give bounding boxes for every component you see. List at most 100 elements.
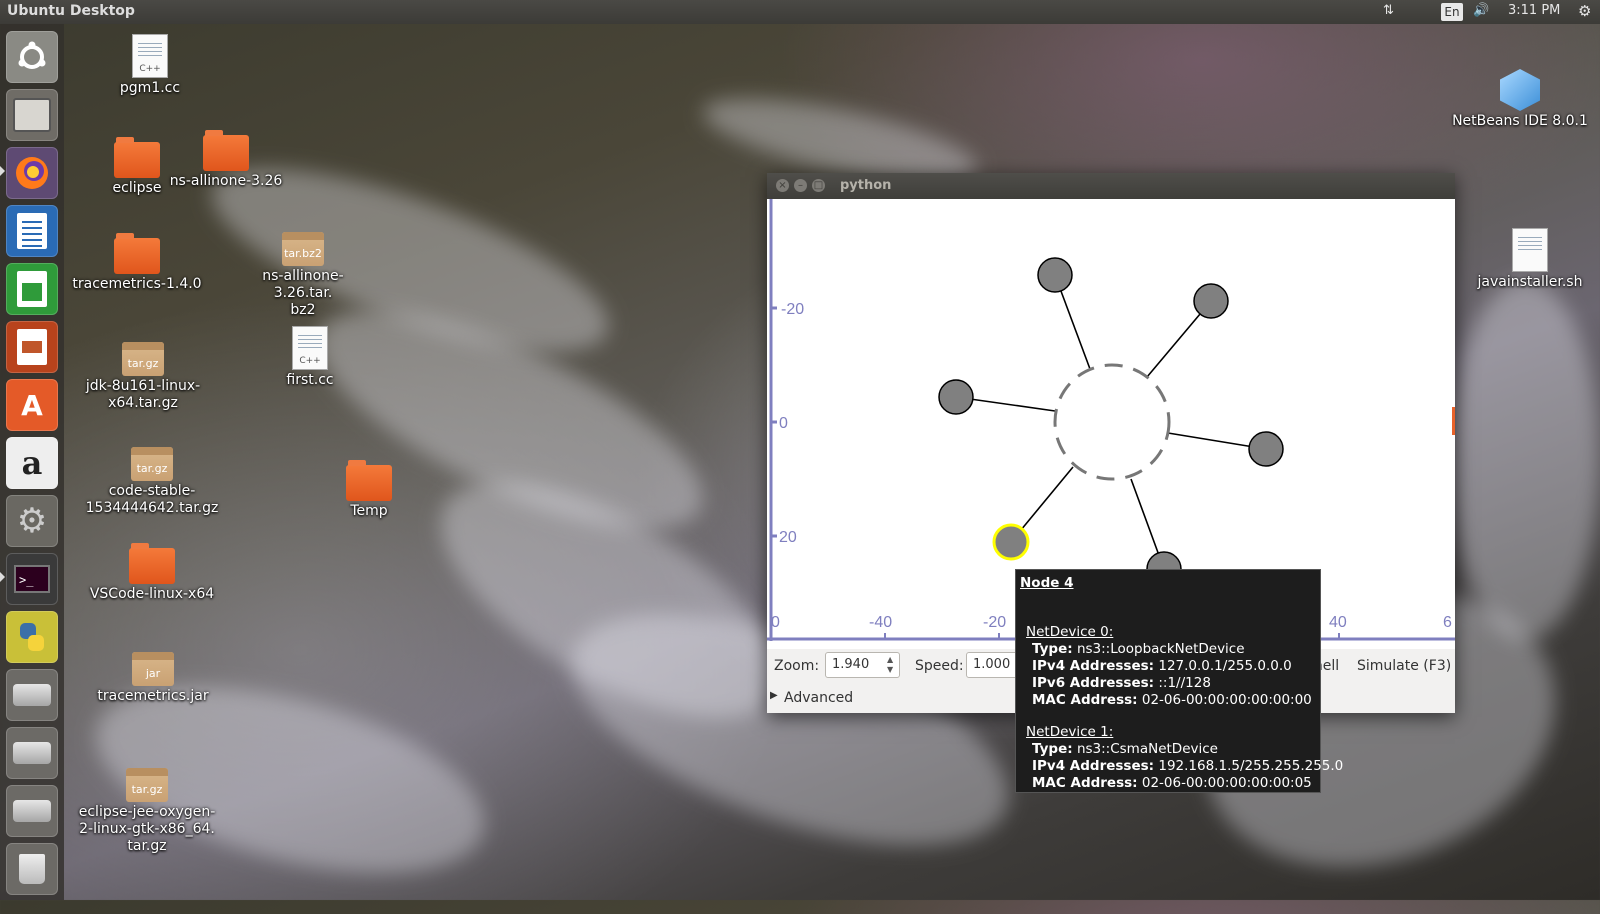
node-selected[interactable] [992, 523, 1030, 561]
tooltip-row: Type: ns3::LoopbackNetDevice [1032, 641, 1245, 657]
desktop-icon-ns-allinone[interactable]: ns-allinone-3.26 [156, 130, 296, 190]
volume-icon[interactable]: 🔊 [1473, 3, 1489, 18]
expander-arrow-icon[interactable]: ▶ [770, 690, 778, 701]
writer-icon[interactable] [6, 205, 58, 257]
keyboard-language-indicator[interactable]: En [1441, 3, 1463, 21]
node[interactable] [1193, 283, 1229, 319]
spinner-arrows-icon[interactable]: ▲ ▼ [887, 655, 897, 675]
desktop-icon-ns-tar[interactable]: tar.bz2 ns-allinone-3.26.tar. bz2 [233, 232, 373, 319]
desktop-icon-label: Temp [350, 503, 388, 519]
x-tick-label: 0 [771, 614, 780, 631]
simulate-button[interactable]: Simulate (F3) [1357, 658, 1451, 674]
desktop-icon-tracemetrics[interactable]: tracemetrics-1.4.0 [67, 233, 207, 293]
desktop-icon-temp[interactable]: Temp [299, 460, 439, 520]
folder-icon [114, 233, 160, 274]
tooltip-row: IPv4 Addresses: 192.168.1.5/255.255.255.… [1032, 758, 1344, 774]
files-icon[interactable] [6, 89, 58, 141]
python-icon[interactable] [6, 611, 58, 663]
desktop-icon-eclipse-jee[interactable]: tar.gz eclipse-jee-oxygen- 2-linux-gtk-x… [77, 768, 217, 855]
desktop-icon-label: eclipse-jee-oxygen- 2-linux-gtk-x86_64. … [78, 804, 216, 854]
tooltip-row: Type: ns3::CsmaNetDevice [1032, 741, 1218, 757]
desktop-icon-pgm1[interactable]: C++ pgm1.cc [80, 34, 220, 97]
node-tooltip: Node 4 NetDevice 0: Type: ns3::LoopbackN… [1015, 569, 1343, 793]
zoom-label: Zoom: [774, 658, 820, 674]
desktop-icon-label: tracemetrics-1.4.0 [72, 276, 202, 292]
window-titlebar[interactable]: × – □ python [767, 173, 1455, 199]
ubuntu-dash-icon[interactable] [6, 31, 58, 83]
tooltip-row: IPv4 Addresses: 127.0.0.1/255.0.0.0 [1032, 658, 1292, 674]
cpp-file-icon: C++ [132, 34, 168, 78]
node[interactable] [1037, 257, 1073, 293]
top-panel: Ubuntu Desktop ⇅ En 🔊 3:11 PM ⚙ [0, 0, 1600, 24]
maximize-icon[interactable]: □ [812, 179, 825, 192]
drive-icon[interactable] [6, 785, 58, 837]
desktop-icon-javainstaller[interactable]: javainstaller.sh [1460, 228, 1600, 291]
x-tick-label: -20 [983, 614, 1006, 631]
zoom-spinner[interactable]: 1.940 ▲ ▼ [825, 652, 900, 678]
network-icon[interactable]: ⇅ [1383, 3, 1394, 18]
tooltip-row: MAC Address: 02-06-00:00:00:00:00:00 [1032, 692, 1312, 708]
desktop-icon-label: code-stable- 1534444642.tar.gz [85, 483, 219, 516]
archive-icon: tar.gz [126, 768, 168, 802]
archive-icon: tar.gz [122, 342, 164, 376]
firefox-icon[interactable] [6, 147, 58, 199]
desktop-icon-label: ns-allinone-3.26.tar. bz2 [262, 268, 344, 318]
desktop-icon-label: javainstaller.sh [1477, 274, 1583, 290]
desktop-icon-tracemetrics-jar[interactable]: jar tracemetrics.jar [83, 652, 223, 705]
advanced-expander[interactable]: Advanced [784, 690, 853, 706]
amazon-icon[interactable]: a [6, 437, 58, 489]
drive-icon[interactable] [6, 669, 58, 721]
desktop-icon-code-stable[interactable]: tar.gz code-stable- 1534444642.tar.gz [82, 447, 222, 517]
folder-icon [129, 543, 175, 584]
speed-label: Speed: [915, 658, 964, 674]
desktop-icon-netbeans[interactable]: NetBeans IDE 8.0.1 [1450, 69, 1590, 130]
y-tick-label: 20 [779, 529, 797, 546]
active-indicator [0, 166, 5, 176]
system-settings-icon[interactable]: ⚙ [6, 495, 58, 547]
node[interactable] [1248, 431, 1284, 467]
script-file-icon [1512, 228, 1548, 272]
desktop-icon-vscode[interactable]: VSCode-linux-x64 [82, 543, 222, 603]
x-tick-label: -40 [869, 614, 892, 631]
scroll-marker [1452, 407, 1455, 435]
desktop-icon-label: VSCode-linux-x64 [89, 586, 215, 602]
desktop-icon-jdk[interactable]: tar.gz jdk-8u161-linux- x64.tar.gz [73, 342, 213, 412]
y-tick-label: -20 [781, 301, 804, 318]
csma-channel[interactable] [1053, 363, 1171, 481]
node[interactable] [938, 379, 974, 415]
software-center-icon[interactable]: A [6, 379, 58, 431]
archive-icon: tar.bz2 [282, 232, 324, 266]
active-indicator [0, 572, 5, 582]
desktop-icon-label: jdk-8u161-linux- x64.tar.gz [85, 378, 201, 411]
top-panel-title: Ubuntu Desktop [7, 3, 135, 19]
close-icon[interactable]: × [776, 179, 789, 192]
calc-icon[interactable] [6, 263, 58, 315]
folder-icon [114, 137, 160, 178]
launcher: A a ⚙ >_ [0, 24, 64, 900]
netdevice-heading: NetDevice 1: [1026, 724, 1114, 740]
tooltip-title: Node 4 [1020, 575, 1074, 591]
tooltip-row: MAC Address: 02-06-00:00:00:00:00:05 [1032, 775, 1312, 791]
archive-icon: tar.gz [131, 447, 173, 481]
x-tick-label: 40 [1329, 614, 1347, 631]
window-title: python [840, 178, 892, 193]
clock[interactable]: 3:11 PM [1508, 3, 1560, 18]
desktop-icon-label: tracemetrics.jar [97, 688, 209, 704]
system-menu-gear-icon[interactable]: ⚙ [1578, 2, 1591, 20]
y-tick-label: 0 [779, 415, 788, 432]
netdevice-heading: NetDevice 0: [1026, 624, 1114, 640]
desktop-icon-label: first.cc [286, 372, 334, 388]
cpp-file-icon: C++ [292, 326, 328, 370]
archive-icon: jar [132, 652, 174, 686]
desktop-icon-label: NetBeans IDE 8.0.1 [1452, 113, 1588, 129]
x-tick-label: 6 [1443, 614, 1452, 631]
desktop-icon-first[interactable]: C++ first.cc [240, 326, 380, 389]
desktop-icon-label: pgm1.cc [119, 80, 181, 96]
terminal-icon[interactable]: >_ [6, 553, 58, 605]
folder-icon [203, 130, 249, 171]
trash-icon[interactable] [6, 843, 58, 895]
minimize-icon[interactable]: – [794, 179, 807, 192]
impress-icon[interactable] [6, 321, 58, 373]
tooltip-row: IPv6 Addresses: ::1//128 [1032, 675, 1211, 691]
drive-icon[interactable] [6, 727, 58, 779]
